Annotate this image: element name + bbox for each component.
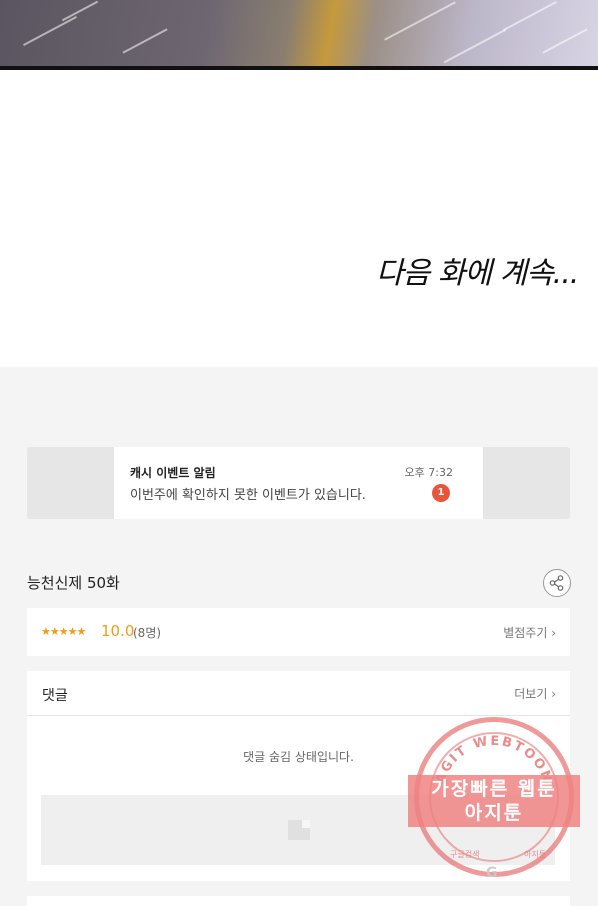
ad-placeholder[interactable] — [41, 795, 555, 865]
comment-header: 댓글 더보기 › — [27, 671, 570, 716]
episode-title: 능천신제 50화 — [27, 574, 120, 592]
comic-panel-blank — [0, 70, 598, 367]
next-card — [27, 896, 570, 906]
to-be-continued-text: 다음 화에 계속... — [376, 256, 579, 291]
share-button[interactable] — [543, 569, 571, 597]
comic-panel-art — [0, 0, 598, 70]
comments-hidden-message: 댓글 숨김 상태입니다. — [243, 750, 354, 764]
rating-stars: ★★★★★ — [41, 625, 86, 638]
notification-title: 캐시 이벤트 알림 — [130, 466, 216, 480]
more-comments-link[interactable]: 더보기 › — [514, 685, 556, 702]
comment-title: 댓글 — [42, 688, 68, 704]
notification-time: 오후 7:32 — [404, 466, 453, 479]
comment-section: 댓글 더보기 › 댓글 숨김 상태입니다. — [27, 671, 570, 881]
rating-score: 10.0 — [101, 622, 135, 640]
rate-button[interactable]: 별점주기 › — [503, 624, 556, 641]
notification-badge: 1 — [432, 484, 450, 502]
notification-card[interactable]: 캐시 이벤트 알림 오후 7:32 이번주에 확인하지 못한 이벤트가 있습니다… — [114, 447, 483, 519]
notification-message: 이번주에 확인하지 못한 이벤트가 있습니다. — [130, 488, 366, 503]
rating-count: (8명) — [133, 626, 162, 640]
image-placeholder-icon — [288, 820, 310, 840]
rating-card: ★★★★★ 10.0 (8명) 별점주기 › — [27, 608, 570, 656]
share-icon — [549, 575, 564, 591]
